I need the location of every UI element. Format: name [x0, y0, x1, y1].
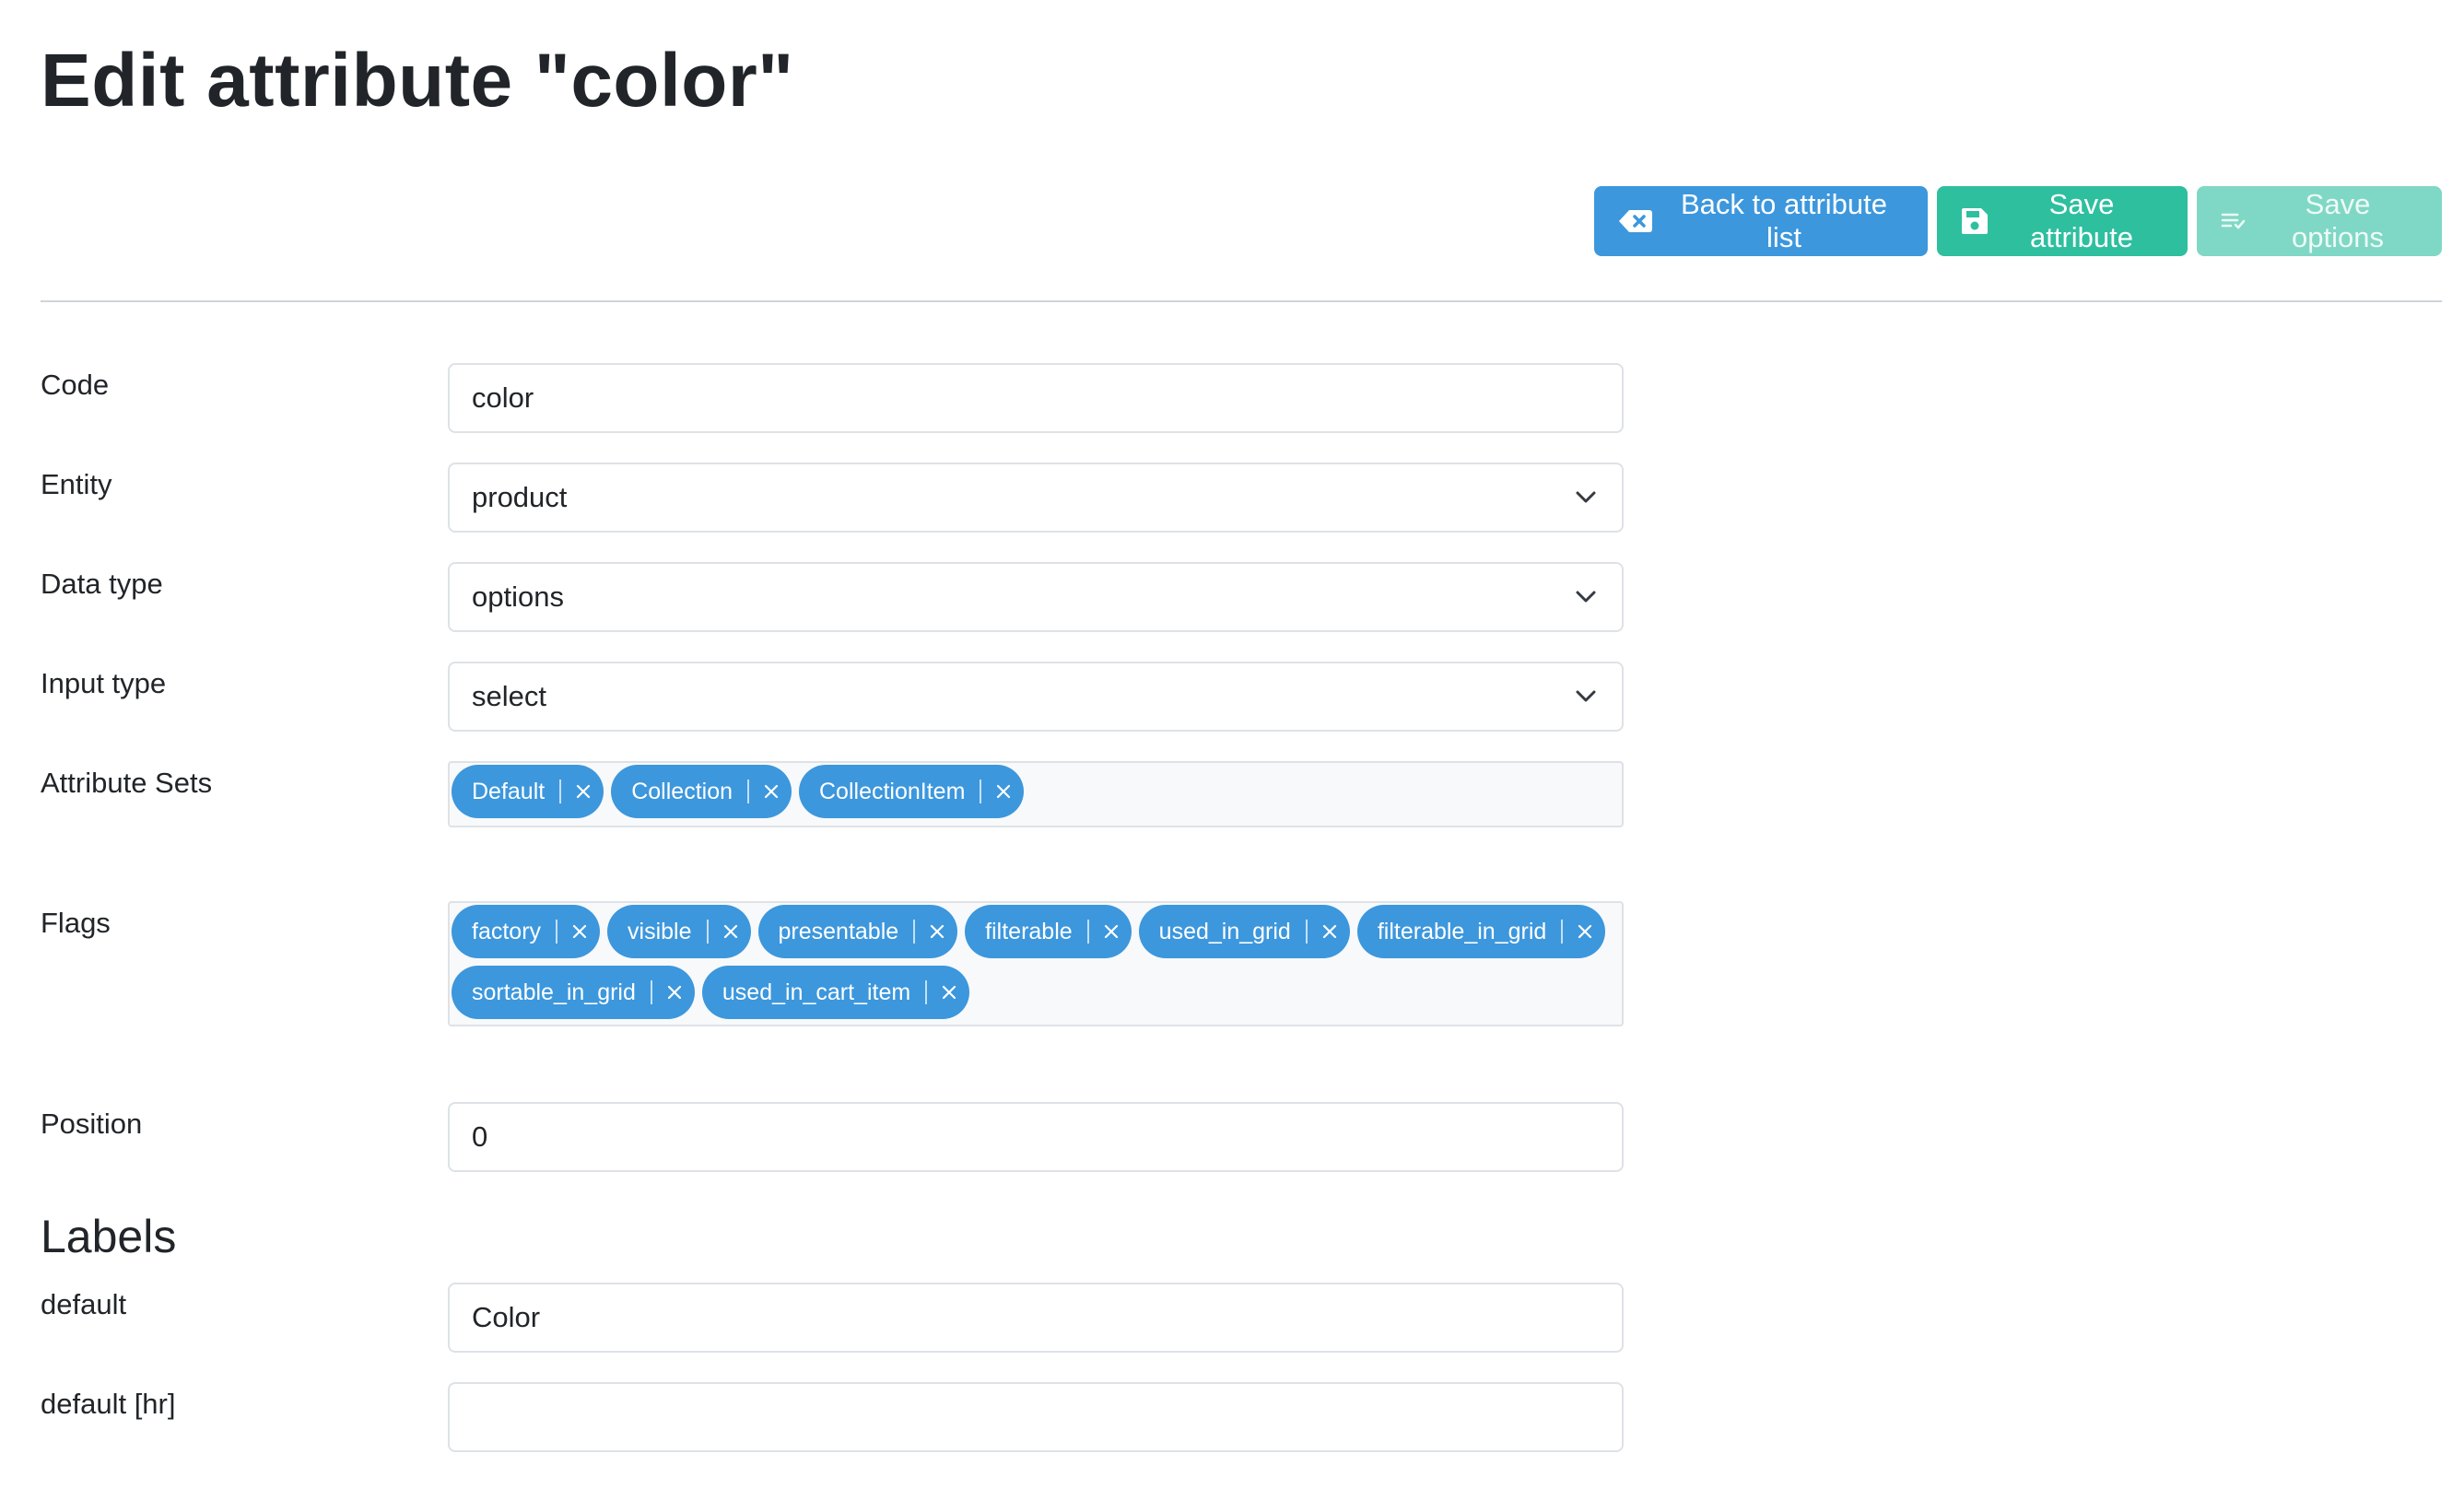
close-icon[interactable]	[924, 919, 950, 944]
input-type-label: Input type	[41, 667, 167, 699]
flags-tag: factory	[452, 905, 601, 958]
tag-separator	[980, 780, 982, 803]
data-type-label: Data type	[41, 568, 163, 600]
close-icon[interactable]	[718, 919, 744, 944]
tag-separator	[913, 920, 916, 944]
labels-section-title: Labels	[41, 1211, 177, 1262]
attribute-sets-tag-label: Default	[472, 778, 546, 804]
save-attribute-label: Save attribute	[2029, 188, 2133, 253]
flags-tag-label: sortable_in_grid	[472, 979, 636, 1005]
flags-label: Flags	[41, 907, 111, 939]
flags-tag-label: factory	[472, 918, 542, 944]
flags-tag: used_in_grid	[1138, 905, 1350, 958]
attribute-sets-label: Attribute Sets	[41, 767, 213, 799]
flags-tag: sortable_in_grid	[452, 966, 695, 1019]
flags-tag: filterable	[965, 905, 1132, 958]
flags-tag-label: used_in_grid	[1158, 918, 1291, 944]
save-attribute-button[interactable]: Save attribute	[1937, 186, 2188, 256]
code-label: Code	[41, 369, 110, 401]
close-icon[interactable]	[1572, 919, 1598, 944]
tag-separator	[925, 980, 928, 1004]
close-icon[interactable]	[662, 979, 687, 1005]
input-type-select[interactable]: select	[448, 662, 1624, 732]
tag-separator	[1305, 920, 1308, 944]
flags-tag-label: filterable_in_grid	[1377, 918, 1547, 944]
label-default-hr-label: default [hr]	[41, 1388, 176, 1420]
page-title: Edit attribute "color"	[41, 39, 794, 123]
flags-tag-label: used_in_cart_item	[722, 979, 911, 1005]
floppy-disk-icon	[1961, 207, 1989, 235]
flags-tag: used_in_cart_item	[701, 966, 970, 1019]
tag-separator	[1561, 920, 1564, 944]
entity-select[interactable]: product	[448, 463, 1624, 533]
close-icon[interactable]	[570, 779, 596, 804]
label-default-label: default	[41, 1288, 127, 1320]
flags-tag-label: filterable	[985, 918, 1073, 944]
attribute-sets-multiselect[interactable]: Default Collection CollectionItem	[448, 761, 1624, 827]
flags-tag-label: presentable	[778, 918, 899, 944]
back-to-list-label: Back to attribute list	[1680, 188, 1887, 253]
tag-separator	[1086, 920, 1089, 944]
flags-multiselect[interactable]: factory visible presentable filterable used_…	[448, 901, 1624, 1026]
entity-select-value: product	[472, 481, 568, 513]
data-type-select[interactable]: options	[448, 562, 1624, 632]
chevron-down-icon	[1572, 484, 1600, 511]
close-icon[interactable]	[1317, 919, 1343, 944]
data-type-select-value: options	[472, 580, 564, 613]
toolbar: Back to attribute list Save attribute Sa…	[1594, 186, 2442, 256]
tag-separator	[747, 780, 749, 803]
flags-tag: visible	[607, 905, 751, 958]
chevron-down-icon	[1572, 683, 1600, 710]
entity-label: Entity	[41, 468, 112, 500]
close-icon[interactable]	[936, 979, 962, 1005]
save-options-button[interactable]: Save options	[2197, 186, 2442, 256]
list-icon	[2221, 210, 2247, 232]
edit-attribute-page: Edit attribute "color" Back to attribute…	[0, 0, 2464, 1489]
attribute-sets-tag: CollectionItem	[799, 765, 1025, 818]
save-options-label: Save options	[2292, 188, 2384, 253]
attribute-sets-tag-label: CollectionItem	[819, 778, 966, 804]
input-type-select-value: select	[472, 680, 546, 712]
close-icon[interactable]	[567, 919, 593, 944]
flags-tag: filterable_in_grid	[1356, 905, 1606, 958]
attribute-sets-tag: Default	[452, 765, 604, 818]
backspace-icon	[1618, 209, 1653, 233]
tag-separator	[706, 920, 709, 944]
close-icon[interactable]	[1098, 919, 1124, 944]
tag-separator	[650, 980, 652, 1004]
label-default-input[interactable]	[448, 1283, 1624, 1353]
code-input[interactable]	[448, 363, 1624, 433]
label-default-hr-input[interactable]	[448, 1382, 1624, 1452]
header-divider	[41, 300, 2442, 302]
close-icon[interactable]	[991, 779, 1016, 804]
attribute-sets-tag: Collection	[611, 765, 792, 818]
position-input[interactable]	[448, 1102, 1624, 1172]
close-icon[interactable]	[758, 779, 784, 804]
position-label: Position	[41, 1108, 143, 1140]
tag-separator	[559, 780, 562, 803]
chevron-down-icon	[1572, 583, 1600, 611]
back-to-list-button[interactable]: Back to attribute list	[1594, 186, 1928, 256]
tag-separator	[556, 920, 558, 944]
flags-tag: presentable	[757, 905, 958, 958]
attribute-sets-tag-label: Collection	[631, 778, 733, 804]
flags-tag-label: visible	[628, 918, 692, 944]
